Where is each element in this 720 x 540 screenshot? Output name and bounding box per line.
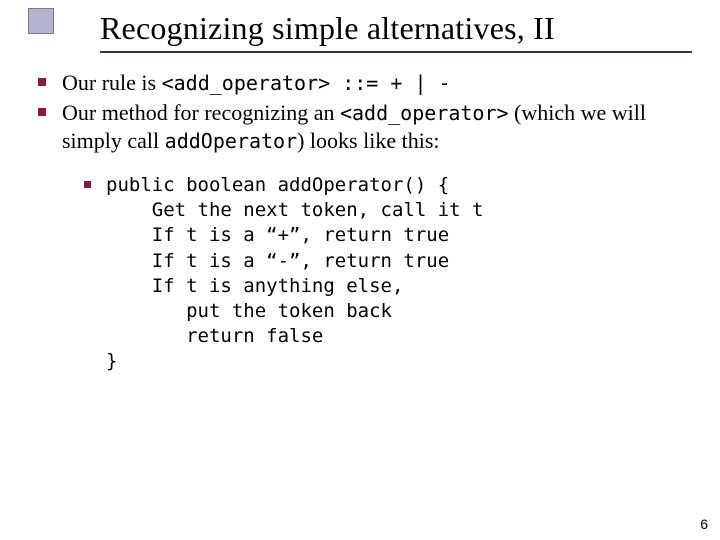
accent-square-icon xyxy=(28,8,54,34)
bullet-text: Our rule is xyxy=(62,70,162,95)
title-underline: Recognizing simple alternatives, II xyxy=(100,10,692,53)
bullet-item: Our rule is <add_operator> ::= + | - xyxy=(32,69,688,97)
code-line: If t is a “-”, return true xyxy=(106,250,449,272)
square-bullet-icon xyxy=(38,108,46,116)
bullet-item: Our method for recognizing an <add_opera… xyxy=(32,99,688,374)
bullet-text: Our method for recognizing an xyxy=(62,100,340,125)
inline-code: <add_operator> xyxy=(340,101,509,125)
bullet-text: ) looks like this: xyxy=(297,128,439,153)
square-bullet-icon xyxy=(84,181,91,188)
slide: Recognizing simple alternatives, II Our … xyxy=(0,0,720,540)
code-line: public boolean addOperator() { xyxy=(106,174,449,196)
page-number: 6 xyxy=(700,516,708,532)
code-line: put the token back xyxy=(106,300,392,322)
code-line: If t is a “+”, return true xyxy=(106,224,449,246)
inline-code: addOperator xyxy=(165,129,297,153)
slide-title: Recognizing simple alternatives, II xyxy=(100,10,692,47)
code-block: public boolean addOperator() { Get the n… xyxy=(106,173,688,374)
sub-bullet-list: public boolean addOperator() { Get the n… xyxy=(82,173,688,374)
code-line: return false xyxy=(106,325,323,347)
sub-bullet-item: public boolean addOperator() { Get the n… xyxy=(82,173,688,374)
title-area: Recognizing simple alternatives, II xyxy=(28,8,692,53)
bullet-list: Our rule is <add_operator> ::= + | - Our… xyxy=(32,69,688,374)
square-bullet-icon xyxy=(38,78,46,86)
code-line: If t is anything else, xyxy=(106,275,403,297)
inline-code: <add_operator> ::= + | - xyxy=(162,71,451,95)
code-line: } xyxy=(106,350,117,372)
code-line: Get the next token, call it t xyxy=(106,199,484,221)
